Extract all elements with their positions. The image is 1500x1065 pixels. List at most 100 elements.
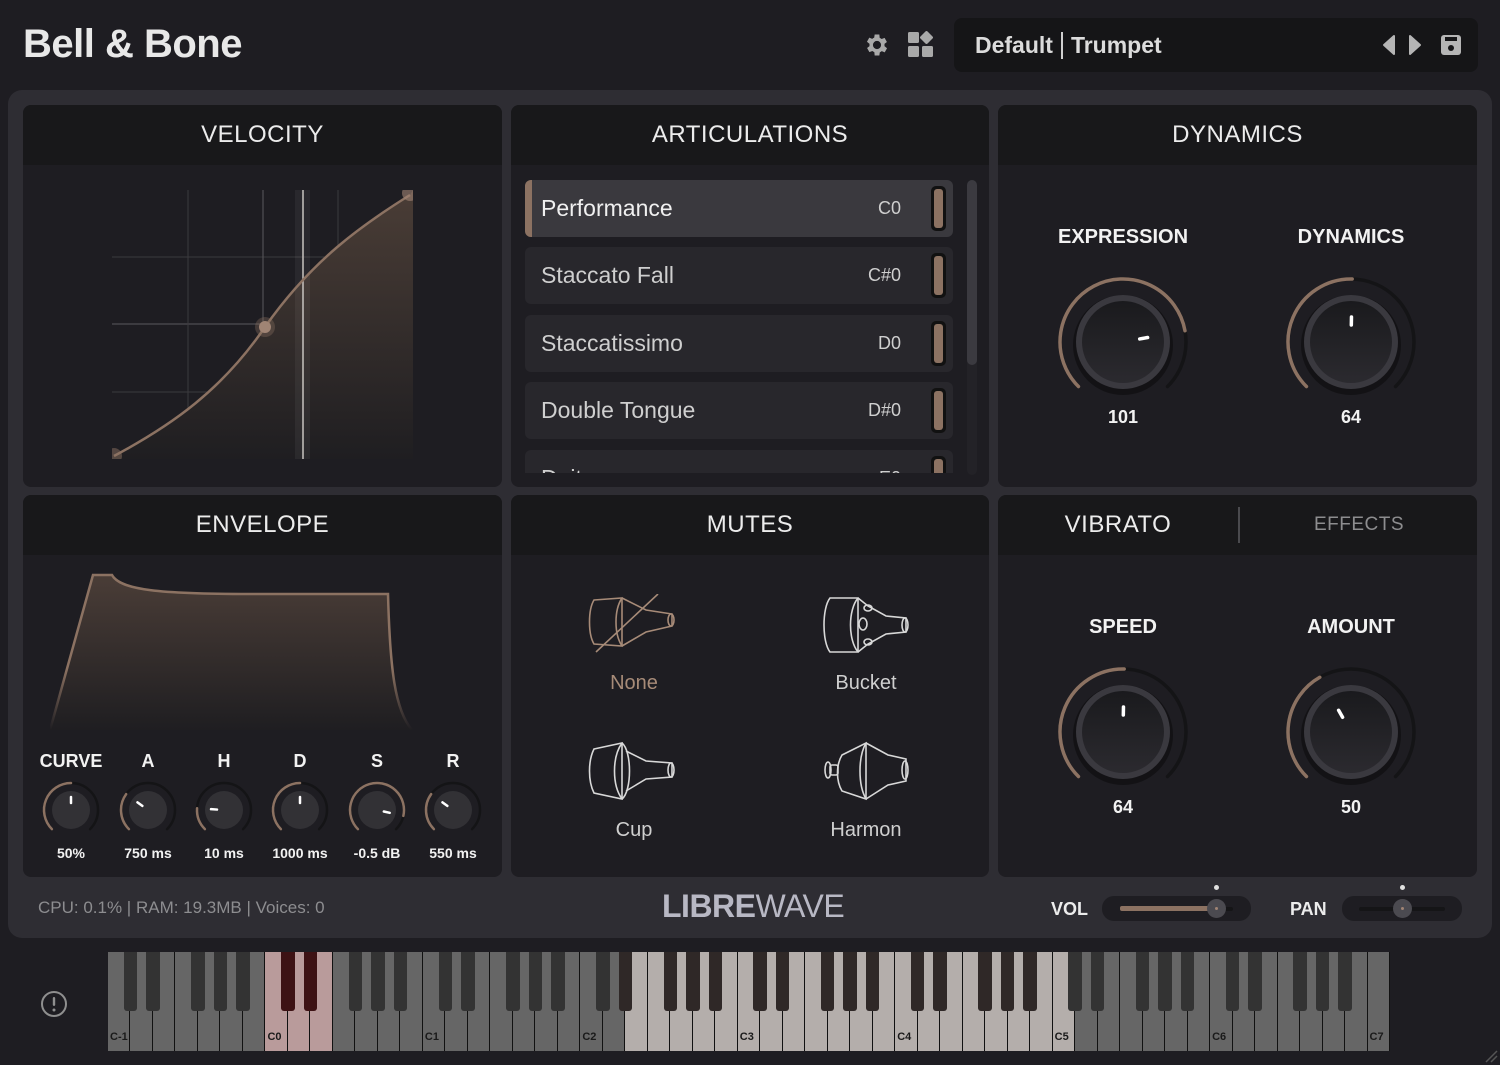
expression-knob[interactable] — [1053, 272, 1193, 412]
articulation-toggle[interactable] — [931, 321, 946, 366]
articulation-toggle[interactable] — [931, 186, 946, 231]
black-key[interactable] — [146, 952, 160, 1011]
velocity-curve-editor[interactable] — [112, 190, 413, 459]
mute-option-none[interactable]: None — [534, 594, 734, 724]
black-key[interactable] — [213, 952, 228, 1011]
next-preset-button[interactable] — [1404, 33, 1426, 57]
black-key[interactable] — [1293, 952, 1307, 1011]
release-knob[interactable] — [423, 780, 483, 840]
attack-knob[interactable] — [118, 780, 178, 840]
black-key[interactable] — [1135, 952, 1150, 1011]
black-key[interactable] — [618, 952, 633, 1011]
knob-body — [358, 791, 396, 829]
prev-preset-button[interactable] — [1378, 33, 1400, 57]
articulation-toggle[interactable] — [931, 456, 946, 473]
black-key[interactable] — [123, 952, 138, 1011]
save-icon — [1441, 35, 1461, 55]
black-key[interactable] — [775, 952, 790, 1011]
velocity-curve-handle-mid-core[interactable] — [259, 321, 271, 333]
black-key[interactable] — [978, 952, 992, 1011]
black-key[interactable] — [461, 952, 475, 1011]
black-key[interactable] — [1068, 952, 1082, 1011]
articulation-key: D0 — [877, 333, 901, 353]
black-key[interactable] — [1090, 952, 1105, 1011]
articulation-scrollbar-thumb[interactable] — [967, 180, 977, 365]
black-key[interactable] — [933, 952, 947, 1011]
black-key[interactable] — [708, 952, 722, 1011]
black-key[interactable] — [191, 952, 205, 1011]
knob-value-arc — [424, 792, 436, 831]
black-key[interactable] — [236, 952, 250, 1011]
black-key[interactable] — [551, 952, 565, 1011]
black-key[interactable] — [281, 952, 295, 1011]
white-key[interactable]: C7 — [1367, 952, 1390, 1051]
preset-selector[interactable]: Default Trumpet — [954, 18, 1478, 72]
articulation-item-double-tongue[interactable]: Double Tongue D#0 — [525, 382, 953, 439]
black-key[interactable] — [820, 952, 835, 1011]
vibrato-tabs: VIBRATO EFFECTS — [998, 495, 1477, 555]
black-key[interactable] — [865, 952, 880, 1011]
black-key[interactable] — [1225, 952, 1240, 1011]
black-key[interactable] — [1000, 952, 1015, 1011]
articulation-item-doit[interactable]: Doit E0 — [525, 450, 953, 473]
mute-option-bucket[interactable]: Bucket — [766, 594, 966, 724]
black-key[interactable] — [1315, 952, 1330, 1011]
piano-keyboard[interactable]: C-1 C0 C1 C2 C3 C4 C5 C6 C7 — [108, 952, 1390, 1051]
layout-button[interactable] — [906, 30, 936, 60]
curve-knob[interactable] — [41, 780, 101, 840]
black-key[interactable] — [393, 952, 408, 1011]
articulation-name: Staccato Fall — [541, 262, 674, 288]
pan-slider[interactable] — [1342, 885, 1462, 921]
articulation-scrollbar[interactable] — [967, 180, 977, 475]
save-preset-button[interactable] — [1440, 33, 1462, 57]
tab-effects[interactable]: EFFECTS — [1240, 495, 1477, 555]
velocity-curve-handle-start[interactable] — [112, 448, 122, 459]
octave-label: C2 — [582, 1031, 597, 1043]
black-key[interactable] — [303, 952, 318, 1011]
layout-icon — [908, 31, 933, 57]
volume-thumb[interactable] — [1206, 899, 1226, 918]
sustain-knob[interactable] — [347, 780, 407, 840]
articulation-key: D#0 — [867, 400, 901, 420]
mute-option-cup[interactable]: Cup — [534, 741, 734, 871]
dynamics-knob[interactable] — [1281, 272, 1421, 412]
alert-icon[interactable] — [40, 990, 68, 1018]
black-key[interactable] — [371, 952, 385, 1011]
black-key[interactable] — [1023, 952, 1037, 1011]
black-key[interactable] — [663, 952, 678, 1011]
mute-option-harmon[interactable]: Harmon — [766, 741, 966, 871]
articulation-toggle[interactable] — [931, 388, 946, 433]
tab-vibrato[interactable]: VIBRATO — [998, 495, 1238, 555]
speed-knob[interactable] — [1053, 662, 1193, 802]
preset-display[interactable]: Default Trumpet — [975, 32, 1162, 59]
black-key[interactable] — [686, 952, 700, 1011]
black-key[interactable] — [596, 952, 610, 1011]
release-value: 550 ms — [429, 845, 477, 861]
pan-thumb[interactable] — [1392, 899, 1412, 918]
black-key[interactable] — [438, 952, 453, 1011]
volume-slider[interactable] — [1102, 885, 1251, 921]
black-key[interactable] — [843, 952, 857, 1011]
hold-knob[interactable] — [194, 780, 254, 840]
octave-label: C3 — [739, 1031, 754, 1043]
articulation-item-staccato-fall[interactable]: Staccato Fall C#0 — [525, 247, 953, 304]
black-key[interactable] — [753, 952, 767, 1011]
black-key[interactable] — [1180, 952, 1195, 1011]
settings-button[interactable] — [862, 30, 892, 60]
black-key[interactable] — [348, 952, 363, 1011]
sustain-label: S — [370, 751, 384, 771]
decay-knob[interactable] — [270, 780, 330, 840]
pan-label: PAN — [1290, 899, 1327, 919]
resize-grip-icon[interactable] — [1484, 1049, 1498, 1063]
black-key[interactable] — [1158, 952, 1172, 1011]
articulation-toggle[interactable] — [931, 253, 946, 298]
black-key[interactable] — [1248, 952, 1262, 1011]
knob-body — [434, 791, 472, 829]
black-key[interactable] — [1338, 952, 1352, 1011]
amount-knob[interactable] — [1281, 662, 1421, 802]
articulation-item-staccatissimo[interactable]: Staccatissimo D0 — [525, 315, 953, 372]
black-key[interactable] — [528, 952, 543, 1011]
articulation-item-performance[interactable]: Performance C0 — [525, 180, 953, 237]
black-key[interactable] — [910, 952, 925, 1011]
black-key[interactable] — [506, 952, 520, 1011]
